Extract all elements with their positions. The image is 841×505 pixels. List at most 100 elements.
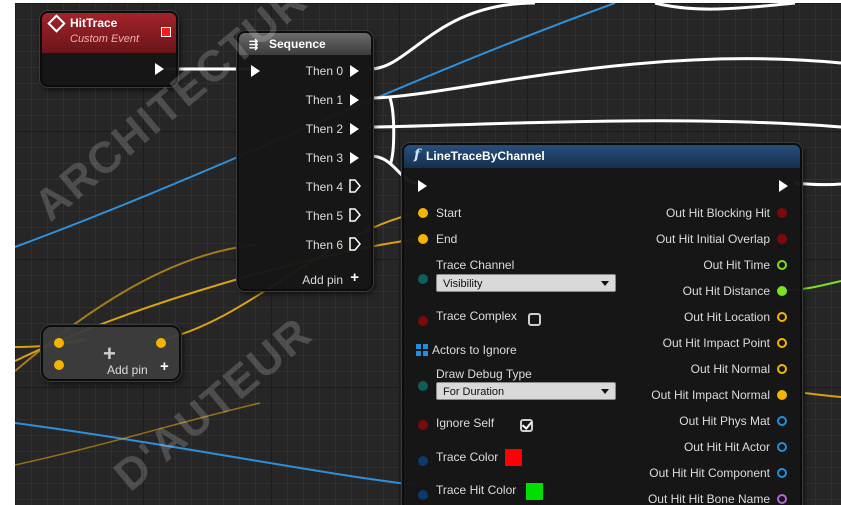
then-2-pin[interactable]: [350, 123, 359, 135]
trace-hit-color-pin[interactable]: [418, 490, 428, 500]
then-6-pin[interactable]: [349, 237, 361, 251]
out-hit-hit-actor-label: Out Hit Hit Actor: [683, 440, 770, 454]
out-hit-hit-bone-name-pin[interactable]: [777, 494, 787, 504]
out-hit-distance-label: Out Hit Distance: [682, 284, 770, 298]
trace-hit-color-swatch[interactable]: [526, 483, 543, 500]
trace-hit-color-label: Trace Hit Color: [436, 483, 517, 497]
out-hit-normal-label: Out Hit Normal: [690, 362, 770, 376]
blue-wire: [15, 422, 416, 486]
end-label: End: [436, 232, 458, 246]
end-pin[interactable]: [418, 234, 428, 244]
sequence-node-header: ⇶ Sequence: [239, 33, 371, 55]
then-3-pin[interactable]: [350, 152, 359, 164]
then-2-label: Then 2: [305, 122, 343, 136]
out-hit-hit-actor-pin[interactable]: [777, 442, 787, 452]
out-hit-hit-component-label: Out Hit Hit Component: [649, 466, 770, 480]
out-hit-impact-normal-pin[interactable]: [777, 390, 787, 400]
then-4-pin[interactable]: [349, 179, 361, 193]
add-pin-plus-icon[interactable]: +: [160, 358, 169, 375]
out-hit-initial-overlap-label: Out Hit Initial Overlap: [655, 232, 770, 246]
ignore-self-checkbox[interactable]: [520, 419, 534, 432]
trace-channel-value: Visibility: [443, 278, 483, 290]
then-6-label: Then 6: [305, 238, 343, 252]
trace-channel-label: Trace Channel: [436, 258, 515, 272]
exec-wire: [388, 97, 396, 166]
input-b-pin[interactable]: [54, 360, 64, 370]
trace-color-label: Trace Color: [436, 450, 499, 464]
out-hit-phys-mat-pin[interactable]: [777, 416, 787, 426]
out-hit-blocking-hit-label: Out Hit Blocking Hit: [665, 206, 770, 220]
then-4-label: Then 4: [305, 180, 343, 194]
exec-input-pin[interactable]: [251, 65, 260, 77]
event-title: HitTrace: [70, 16, 118, 30]
trace-complex-label: Trace Complex: [436, 309, 517, 323]
actors-to-ignore-label: Actors to Ignore: [432, 343, 517, 357]
sequence-node[interactable]: ⇶ Sequence Then 0 Then 1 Then 2 Then 3 T…: [237, 31, 373, 291]
trace-channel-dropdown[interactable]: Visibility: [436, 274, 616, 292]
out-hit-blocking-hit-pin[interactable]: [777, 208, 787, 218]
diamond-event-icon: [47, 14, 66, 33]
ignore-self-pin[interactable]: [418, 420, 428, 430]
output-pin[interactable]: [156, 338, 166, 348]
trace-color-swatch[interactable]: [505, 449, 522, 466]
sequence-add-pin-label[interactable]: Add pin: [302, 273, 343, 287]
delegate-pin-icon[interactable]: [161, 27, 171, 37]
linetrace-node-header: f LineTraceByChannel: [404, 145, 800, 168]
draw-debug-type-pin[interactable]: [418, 381, 428, 391]
custom-event-node[interactable]: HitTrace Custom Event: [40, 11, 178, 87]
then-3-label: Then 3: [305, 151, 343, 165]
exec-input-pin[interactable]: [418, 180, 427, 192]
then-0-pin[interactable]: [350, 65, 359, 77]
exec-wire: [369, 119, 841, 129]
out-hit-distance-pin[interactable]: [777, 286, 787, 296]
trace-color-pin[interactable]: [418, 456, 428, 466]
add-node-add-pin-label[interactable]: Add pin: [107, 363, 148, 377]
out-hit-location-pin[interactable]: [777, 312, 787, 322]
exec-output-pin[interactable]: [779, 180, 788, 192]
trace-complex-pin[interactable]: [418, 316, 428, 326]
exec-wire: [654, 3, 796, 11]
start-pin[interactable]: [418, 208, 428, 218]
out-hit-hit-bone-name-label: Out Hit Hit Bone Name: [647, 492, 770, 505]
add-math-node[interactable]: + Add pin +: [41, 325, 181, 381]
start-label: Start: [436, 206, 462, 220]
input-a-pin[interactable]: [54, 338, 64, 348]
then-1-label: Then 1: [305, 93, 343, 107]
function-f-icon: f: [414, 147, 421, 163]
draw-debug-type-dropdown[interactable]: For Duration: [436, 382, 616, 400]
out-hit-impact-normal-label: Out Hit Impact Normal: [651, 388, 770, 402]
out-hit-hit-component-pin[interactable]: [777, 468, 787, 478]
then-5-label: Then 5: [305, 209, 343, 223]
out-hit-normal-pin[interactable]: [777, 364, 787, 374]
add-pin-plus-icon[interactable]: +: [350, 269, 359, 286]
draw-debug-type-label: Draw Debug Type: [436, 367, 532, 381]
draw-debug-type-value: For Duration: [443, 386, 505, 398]
out-hit-phys-mat-label: Out Hit Phys Mat: [679, 414, 770, 428]
then-0-label: Then 0: [305, 64, 343, 78]
event-subtitle: Custom Event: [70, 33, 140, 45]
event-node-header: HitTrace Custom Event: [42, 13, 176, 53]
out-hit-impact-point-pin[interactable]: [777, 338, 787, 348]
out-hit-location-label: Out Hit Location: [683, 310, 770, 324]
ignore-self-label: Ignore Self: [436, 416, 495, 430]
chevron-down-icon: [601, 389, 609, 394]
then-1-pin[interactable]: [350, 94, 359, 106]
out-hit-time-label: Out Hit Time: [703, 258, 770, 272]
sequence-icon: ⇶: [249, 39, 259, 51]
line-trace-by-channel-node[interactable]: f LineTraceByChannel Start End Trace Cha…: [402, 143, 802, 505]
then-5-pin[interactable]: [349, 208, 361, 222]
out-hit-impact-point-label: Out Hit Impact Point: [662, 336, 770, 350]
exec-output-pin[interactable]: [155, 63, 164, 75]
trace-complex-checkbox[interactable]: [528, 313, 541, 326]
sequence-title: Sequence: [269, 37, 326, 51]
chevron-down-icon: [601, 281, 609, 286]
linetrace-title: LineTraceByChannel: [426, 149, 545, 163]
exec-wire: [369, 3, 536, 71]
trace-channel-pin[interactable]: [418, 274, 428, 284]
out-hit-initial-overlap-pin[interactable]: [777, 234, 787, 244]
array-grid-icon[interactable]: [416, 344, 428, 356]
blueprint-graph-canvas[interactable]: HitTrace Custom Event ⇶ Sequence Then 0 …: [15, 3, 841, 505]
out-hit-time-pin[interactable]: [777, 260, 787, 270]
yellow-wire: [804, 392, 841, 398]
exec-wire: [369, 57, 841, 100]
